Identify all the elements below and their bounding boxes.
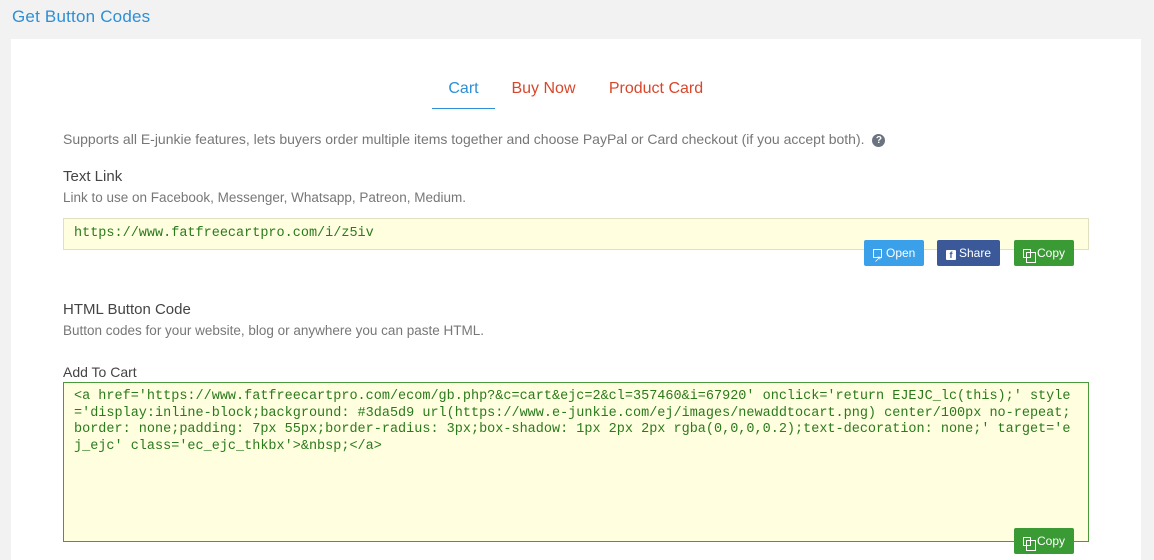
copy-code-button[interactable]: Copy xyxy=(1014,528,1075,554)
help-icon[interactable]: ? xyxy=(872,134,886,147)
tab-buy-now[interactable]: Buy Now xyxy=(510,79,577,109)
facebook-icon: f xyxy=(946,250,956,260)
tab-cart[interactable]: Cart xyxy=(432,79,495,109)
page-title: Get Button Codes xyxy=(12,7,151,26)
button-codes-card: Cart Buy Now Product Card Supports all E… xyxy=(11,39,1141,560)
tab-product-card[interactable]: Product Card xyxy=(606,79,706,109)
share-button-label: Share xyxy=(959,246,992,260)
add-to-cart-label: Add To Cart xyxy=(63,364,137,380)
html-code-title: HTML Button Code xyxy=(63,301,191,318)
share-button[interactable]: f Share xyxy=(937,240,1001,266)
html-code-textarea[interactable]: <a href='https://www.fatfreecartpro.com/… xyxy=(63,382,1089,542)
copy-icon xyxy=(1023,537,1036,551)
copy-icon xyxy=(1023,249,1036,263)
copy-code-label: Copy xyxy=(1037,534,1066,548)
html-code-subtitle: Button codes for your website, blog or a… xyxy=(63,323,484,338)
text-link-field[interactable]: https://www.fatfreecartpro.com/i/z5iv xyxy=(63,218,1089,250)
cart-description: Supports all E-junkie features, lets buy… xyxy=(63,131,886,147)
text-link-subtitle: Link to use on Facebook, Messenger, What… xyxy=(63,190,466,205)
text-link-title: Text Link xyxy=(63,168,123,185)
copy-link-label: Copy xyxy=(1037,246,1066,260)
open-button[interactable]: Open xyxy=(864,240,925,272)
open-button-label: Open xyxy=(886,246,916,260)
external-link-icon xyxy=(873,246,882,272)
copy-link-button[interactable]: Copy xyxy=(1014,240,1075,266)
cart-description-text: Supports all E-junkie features, lets buy… xyxy=(63,131,865,147)
